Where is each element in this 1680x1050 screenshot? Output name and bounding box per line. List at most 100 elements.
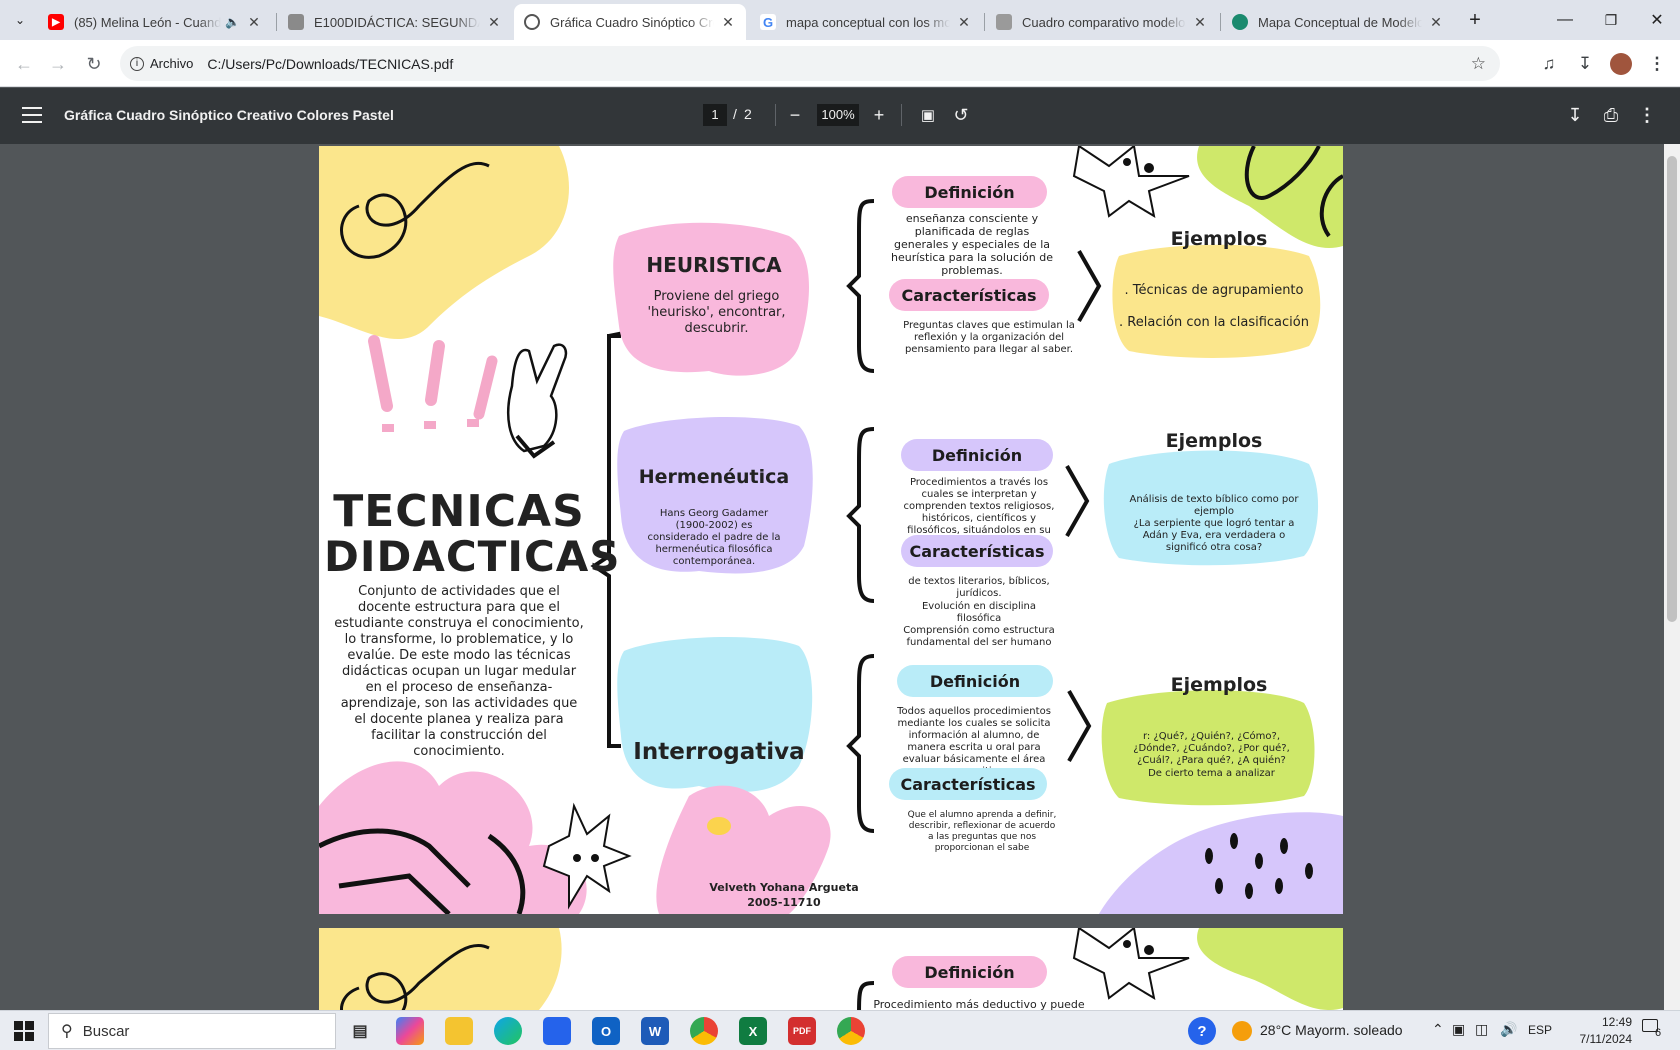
site-info-chip[interactable]: i Archivo xyxy=(130,56,193,71)
network-icon[interactable]: ◫ xyxy=(1475,1021,1488,1038)
meet-icon[interactable]: ▣ xyxy=(1452,1021,1465,1038)
toolbar-divider xyxy=(775,104,776,126)
store-icon[interactable] xyxy=(543,1017,571,1045)
heuristica-caracteristica-item: Preguntas claves que estimulan la reflex… xyxy=(903,320,1075,355)
search-placeholder: Buscar xyxy=(82,1022,130,1040)
main-title-line1: TECNICAS xyxy=(333,486,585,537)
word-icon[interactable]: W xyxy=(641,1017,669,1045)
tab-title: mapa conceptual con los mode xyxy=(786,14,950,30)
close-tab-icon[interactable]: ✕ xyxy=(486,14,502,31)
chrome-icon[interactable] xyxy=(690,1017,718,1045)
author-name: Velveth Yohana Argueta xyxy=(709,881,859,894)
pdf-app-icon[interactable]: PDF xyxy=(788,1017,816,1045)
page-number-input[interactable]: 1 xyxy=(703,104,727,126)
doc-icon xyxy=(996,14,1012,30)
back-button[interactable]: ← xyxy=(10,50,38,78)
tab-title: Cuadro comparativo modelos d xyxy=(1022,14,1186,30)
reload-button[interactable]: ↻ xyxy=(80,50,108,78)
zoom-input[interactable]: 100% xyxy=(817,104,859,126)
hermeneutica-ejemplos-label: Ejemplos xyxy=(1165,430,1263,452)
pdf-download-icon[interactable]: ↧ xyxy=(1562,102,1588,128)
address-bar-area: ← → ↻ i Archivo C:/Users/Pc/Downloads/TE… xyxy=(0,40,1680,87)
file-chip-label: Archivo xyxy=(150,56,194,71)
close-tab-icon[interactable]: ✕ xyxy=(1192,14,1208,31)
heuristica-definicion-text: enseñanza consciente y planificada de re… xyxy=(891,212,1053,277)
close-tab-icon[interactable]: ✕ xyxy=(1428,14,1444,31)
tab-e100[interactable]: E100DIDÁCTICA: SEGUNDA EVA ✕ xyxy=(278,4,512,40)
tab-title: (85) Melina León - Cuando xyxy=(74,14,222,30)
profile-avatar[interactable] xyxy=(1607,50,1635,78)
page2-decorations xyxy=(319,928,1343,1010)
interrogativa-title: Interrogativa xyxy=(633,739,805,765)
search-icon: ⚲ xyxy=(61,1023,73,1040)
chrome-profile-icon[interactable] xyxy=(837,1017,865,1045)
excel-icon[interactable]: X xyxy=(739,1017,767,1045)
fit-page-icon[interactable]: ▣ xyxy=(915,102,941,128)
hermeneutica-caracteristica-3: Comprensión como estructura fundamental … xyxy=(903,625,1055,648)
tab-grafica[interactable]: Gráfica Cuadro Sinóptico Creati ✕ xyxy=(514,4,746,40)
tab-mapa-google[interactable]: G mapa conceptual con los mode ✕ xyxy=(750,4,982,40)
scrollbar-thumb[interactable] xyxy=(1667,156,1677,622)
close-tab-icon[interactable]: ✕ xyxy=(246,14,262,31)
clock-time[interactable]: 12:49 xyxy=(1580,1015,1632,1029)
zoom-out-button[interactable]: − xyxy=(782,102,808,128)
pdf-page-2: Definición Procedimiento más deductivo y… xyxy=(319,928,1343,1010)
minimize-button[interactable]: — xyxy=(1542,0,1588,40)
windows-start-icon[interactable] xyxy=(14,1021,34,1041)
rotate-icon[interactable]: ↺ xyxy=(948,102,974,128)
clock-date[interactable]: 7/11/2024 xyxy=(1562,1032,1633,1046)
media-control-icon[interactable]: ♫ xyxy=(1535,50,1563,78)
interrogativa-caracteristica-1: Que el alumno aprenda a definir, describ… xyxy=(907,810,1057,853)
pdf-scrollbar[interactable] xyxy=(1664,144,1680,1010)
main-description: Conjunto de actividades que el docente e… xyxy=(334,584,584,759)
tray-chevron-icon[interactable]: ⌃ xyxy=(1432,1021,1444,1038)
tab-separator xyxy=(984,13,985,31)
hermeneutica-subtitle: Hans Georg Gadamer (1900-2002) es consid… xyxy=(647,508,781,567)
language-indicator[interactable]: ESP xyxy=(1528,1023,1552,1037)
tab-mapa-modelos[interactable]: Mapa Conceptual de Modelos ✕ xyxy=(1222,4,1454,40)
volume-icon[interactable]: 🔊 xyxy=(1500,1021,1517,1038)
heuristica-caracteristicas-label: Características xyxy=(889,279,1049,311)
star-icon[interactable]: ☆ xyxy=(1471,54,1486,74)
edge-icon[interactable] xyxy=(494,1017,522,1045)
tab-search-button[interactable]: ⌄ xyxy=(0,0,40,40)
tab-separator xyxy=(276,13,277,31)
hermeneutica-ejemplo-1: Análisis de texto bíblico como por ejemp… xyxy=(1129,494,1299,517)
interrogativa-ejemplo-2: De cierto tema a analizar xyxy=(1148,768,1275,779)
hermeneutica-ejemplo-2: ¿La serpiente que logró tentar a Adán y … xyxy=(1133,518,1295,553)
close-window-button[interactable]: ✕ xyxy=(1634,0,1680,40)
restore-button[interactable]: ❐ xyxy=(1588,0,1634,40)
pdf-menu-icon[interactable] xyxy=(20,102,44,126)
weather-icon xyxy=(1232,1021,1252,1041)
hermeneutica-caracteristicas-label: Características xyxy=(901,535,1053,567)
close-tab-icon[interactable]: ✕ xyxy=(720,14,736,31)
url-text[interactable]: C:/Users/Pc/Downloads/TECNICAS.pdf xyxy=(207,56,453,72)
notifications-icon[interactable]: 6 xyxy=(1642,1019,1666,1043)
help-icon[interactable]: ? xyxy=(1188,1017,1216,1045)
speaker-icon[interactable]: 🔈 xyxy=(225,15,240,29)
tab-cuadro[interactable]: Cuadro comparativo modelos d ✕ xyxy=(986,4,1218,40)
file-explorer-icon[interactable] xyxy=(445,1017,473,1045)
zoom-in-button[interactable]: + xyxy=(866,102,892,128)
tab-youtube[interactable]: ▶ (85) Melina León - Cuando 🔈 ✕ xyxy=(38,4,272,40)
task-view-icon[interactable]: ▤ xyxy=(346,1017,374,1045)
taskbar-search[interactable]: ⚲ Buscar xyxy=(48,1013,336,1049)
forward-button[interactable]: → xyxy=(44,50,72,78)
weather-text[interactable]: 28°C Mayorm. soleado xyxy=(1260,1022,1403,1038)
tab-title: Mapa Conceptual de Modelos xyxy=(1258,14,1422,30)
omnibox[interactable]: i Archivo C:/Users/Pc/Downloads/TECNICAS… xyxy=(120,46,1500,81)
pdf-viewer[interactable]: TECNICAS DIDACTICAS Conjunto de activida… xyxy=(0,144,1664,1010)
heuristica-ejemplo-2: . Relación con la clasificación xyxy=(1119,315,1309,330)
print-icon[interactable]: ⎙ xyxy=(1598,102,1624,128)
new-tab-button[interactable]: + xyxy=(1452,0,1498,40)
outlook-icon[interactable]: O xyxy=(592,1017,620,1045)
copilot-icon[interactable] xyxy=(396,1017,424,1045)
page2-definicion-label: Definición xyxy=(892,956,1047,988)
download-icon[interactable]: ↧ xyxy=(1571,50,1599,78)
browser-menu-icon[interactable]: ⋮ xyxy=(1643,50,1671,78)
pdf-more-icon[interactable]: ⋮ xyxy=(1634,102,1660,128)
close-tab-icon[interactable]: ✕ xyxy=(956,14,972,31)
windows-taskbar: ⚲ Buscar ▤ O W X PDF ? 28°C Mayorm. sole… xyxy=(0,1010,1680,1050)
interrogativa-caracteristicas-label: Características xyxy=(889,768,1047,800)
heuristica-ejemplos-label: Ejemplos xyxy=(1170,228,1268,250)
